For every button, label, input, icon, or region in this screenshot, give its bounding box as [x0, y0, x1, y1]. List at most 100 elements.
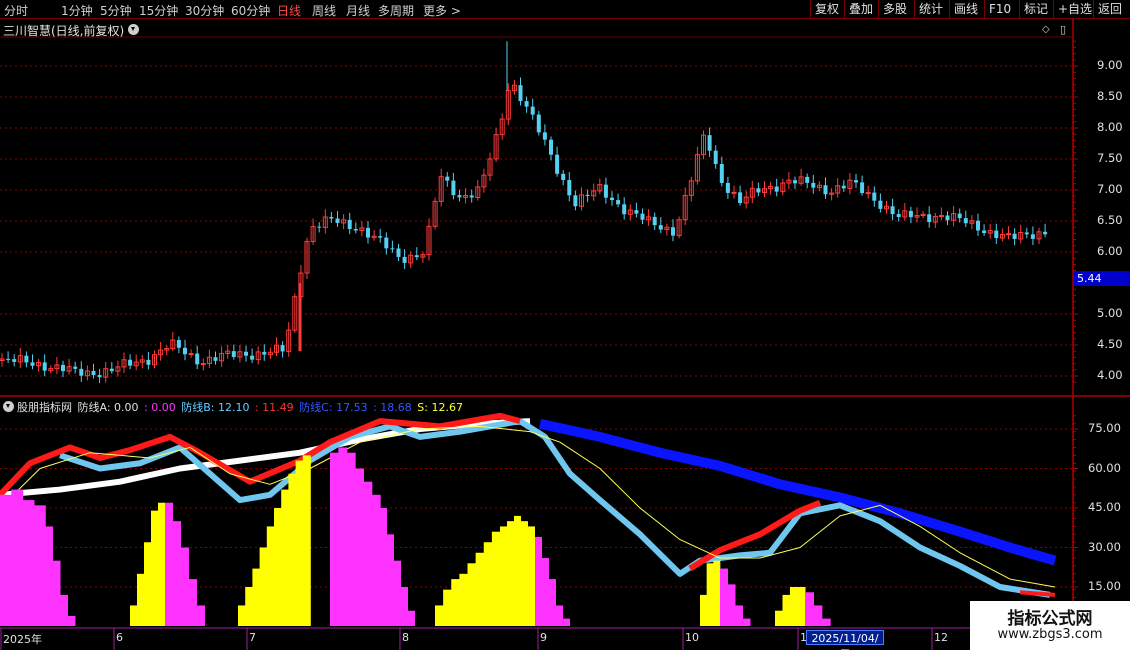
magenta-step-bar — [821, 618, 831, 626]
candle-body-up — [200, 363, 206, 366]
time-axis-label: 7 — [249, 631, 256, 644]
candle-body-down — [347, 219, 352, 229]
indicator-tick-label: 30.00 — [1088, 539, 1121, 554]
magenta-step-bar — [535, 536, 542, 626]
candle-body-down — [128, 359, 133, 366]
candle-body-down — [30, 362, 35, 366]
candle-body-down — [262, 351, 267, 355]
candle-body-down — [183, 347, 187, 355]
candle-body-down — [738, 192, 743, 204]
magenta-step-bar — [173, 521, 181, 626]
candle-body-down — [774, 186, 779, 192]
price-tick-label: 8.50 — [1097, 89, 1123, 103]
yellow-step-bar — [137, 573, 144, 626]
candle-body-down — [1024, 232, 1029, 235]
magenta-step-bar — [556, 605, 563, 626]
yellow-step-bar — [483, 542, 493, 626]
yellow-step-bar — [266, 526, 275, 626]
candle-body-down — [73, 366, 78, 369]
candle-body-down — [927, 214, 932, 223]
candle-body-down — [976, 220, 980, 231]
candle-body-down — [982, 230, 987, 234]
yellow-step-bar — [252, 568, 261, 626]
candle-body-down — [719, 163, 724, 183]
stock-chart-app: 分时 1分钟 5分钟 15分钟 30分钟 60分钟 日线 周线 月线 多周期 更… — [0, 0, 1130, 650]
yellow-step-bar — [288, 473, 297, 626]
magenta-step-bar — [11, 489, 24, 626]
price-tick-label: 7.00 — [1097, 182, 1123, 196]
yellow-step-bar — [797, 587, 806, 626]
indicator-tick-label: 45.00 — [1088, 500, 1121, 514]
candle-body-down — [549, 139, 553, 155]
chart-canvas[interactable] — [0, 0, 1130, 650]
candle-body-down — [524, 101, 529, 107]
candle-body-down — [396, 248, 401, 257]
site-watermark: 指标公式网 www.zbgs3.com — [970, 601, 1130, 650]
candle-body-up — [865, 192, 871, 195]
magenta-step-bar — [45, 526, 53, 626]
candle-body-down — [854, 180, 858, 183]
indicator-legend: 股朋指标网 防线A: 0.00 : 0.00 防线B: 12.10 : 11.4… — [17, 399, 465, 415]
magenta-step-bar — [330, 452, 339, 626]
indicator-name[interactable]: 股朋指标网 — [17, 401, 72, 414]
candle-body-down — [1043, 231, 1048, 235]
magenta-step-bar — [181, 547, 189, 626]
candle-body-down — [640, 213, 645, 220]
candle-body-down — [603, 184, 608, 198]
magenta-step-bar — [735, 605, 743, 626]
yellow-step-bar — [259, 547, 268, 626]
time-axis-label: 12 — [934, 631, 948, 644]
candle-body-down — [652, 216, 657, 226]
candle-body-down — [585, 194, 590, 196]
candle-body-down — [280, 345, 285, 352]
yellow-step-bar — [514, 515, 521, 626]
current-price-tag: 5.44 — [1074, 271, 1130, 286]
legend-line-c: 防线C: 17.53 — [299, 401, 368, 414]
candle-body-down — [658, 225, 663, 230]
candle-body-down — [91, 370, 96, 376]
yellow-step-bar — [130, 605, 137, 626]
magenta-step-bar — [720, 568, 728, 626]
yellow-step-bar — [700, 594, 707, 626]
diamond-icon[interactable]: ◇ — [1042, 24, 1050, 35]
candle-body-down — [811, 182, 816, 188]
candle-body-down — [841, 185, 846, 189]
magenta-step-bar — [346, 452, 356, 626]
candle-body-down — [6, 358, 11, 360]
candle-body-down — [707, 135, 712, 151]
candle-body-down — [555, 154, 560, 174]
magenta-step-bar — [355, 468, 364, 626]
candle-body-down — [42, 362, 47, 371]
yellow-step-bar — [782, 594, 791, 626]
indicator-tick-label: 60.00 — [1088, 460, 1121, 475]
candle-body-down — [61, 364, 65, 372]
candle-body-down — [402, 256, 407, 263]
magenta-step-bar — [60, 594, 68, 626]
magenta-step-bar — [549, 579, 556, 626]
magenta-step-bar — [380, 508, 387, 626]
chevron-down-icon[interactable] — [128, 24, 139, 35]
candle-body-down — [244, 351, 248, 356]
legend-line-c-2: : 18.68 — [373, 401, 412, 414]
yellow-step-bar — [274, 508, 282, 626]
yellow-step-bar — [491, 531, 501, 626]
candle-body-down — [24, 355, 29, 363]
window-icon[interactable]: ▯ — [1060, 23, 1066, 36]
yellow-step-bar — [451, 579, 461, 626]
yellow-step-bar — [459, 573, 469, 626]
watermark-url: www.zbgs3.com — [997, 627, 1103, 642]
candle-body-down — [896, 214, 901, 217]
magenta-step-bar — [805, 592, 814, 626]
indicator-series — [0, 412, 1057, 626]
candle-body-up — [731, 191, 737, 194]
indicator-menu-icon[interactable] — [3, 401, 14, 412]
candle-body-down — [414, 255, 419, 258]
candle-body-down — [908, 210, 913, 218]
candle-body-down — [542, 132, 547, 140]
candle-body-down — [176, 340, 181, 348]
price-tick-label: 6.50 — [1097, 213, 1123, 227]
magenta-step-bar — [338, 447, 348, 626]
candle-body-down — [329, 217, 334, 219]
candle-body-down — [378, 236, 383, 238]
yellow-step-bar — [144, 542, 151, 626]
